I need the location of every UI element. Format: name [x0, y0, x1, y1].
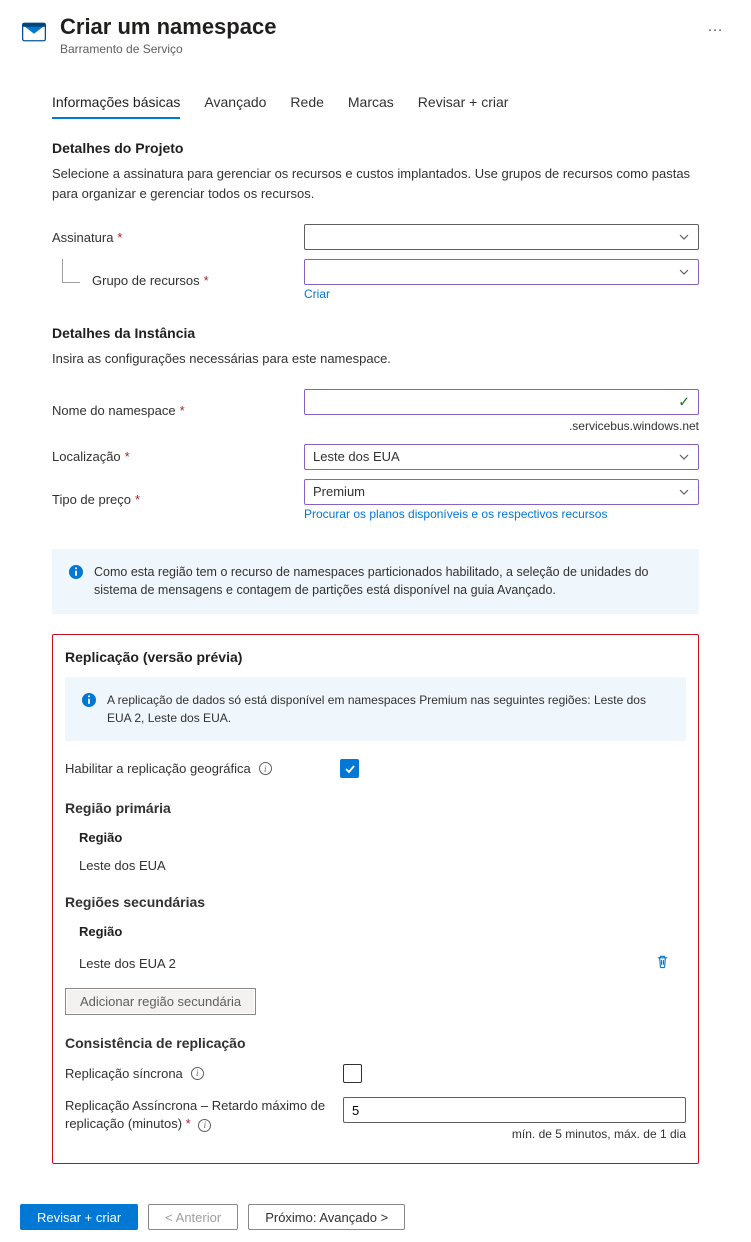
tab-tags[interactable]: Marcas: [348, 88, 394, 118]
info-bubble-icon[interactable]: i: [191, 1067, 204, 1080]
check-ok-icon: ✓: [678, 393, 690, 410]
primary-region-heading: Região primária: [65, 800, 686, 816]
next-button[interactable]: Próximo: Avançado >: [248, 1204, 405, 1230]
more-menu-button[interactable]: …: [699, 14, 731, 40]
info-icon: [81, 692, 97, 708]
enable-geo-replication-label: Habilitar a replicação geográfica i: [65, 761, 340, 776]
tab-advanced[interactable]: Avançado: [204, 88, 266, 118]
replication-consistency-heading: Consistência de replicação: [65, 1035, 686, 1051]
add-secondary-region-button[interactable]: Adicionar região secundária: [65, 988, 256, 1015]
chevron-down-icon: [678, 231, 690, 243]
namespace-name-label: Nome do namespace*: [52, 403, 304, 418]
create-new-rg-link[interactable]: Criar: [304, 287, 699, 301]
subscription-dropdown[interactable]: [304, 224, 699, 250]
pricing-tier-dropdown[interactable]: Premium: [304, 479, 699, 505]
async-replication-label: Replicação Assíncrona – Retardo máximo d…: [65, 1097, 343, 1133]
secondary-region-row: Leste dos EUA 2: [65, 945, 686, 982]
resource-group-label: Grupo de recursos*: [52, 273, 304, 288]
primary-region-col: Região: [65, 824, 686, 851]
page-title: Criar um namespace: [60, 14, 687, 40]
replication-section: Replicação (versão prévia) A replicação …: [52, 634, 699, 1164]
sync-replication-checkbox[interactable]: [343, 1064, 362, 1083]
chevron-down-icon: [678, 266, 690, 278]
partitioned-info: Como esta região tem o recurso de namesp…: [52, 549, 699, 615]
chevron-down-icon: [678, 486, 690, 498]
project-details-desc: Selecione a assinatura para gerenciar os…: [52, 164, 699, 203]
replication-heading: Replicação (versão prévia): [65, 649, 686, 665]
review-create-button[interactable]: Revisar + criar: [20, 1204, 138, 1230]
async-replication-lag-input[interactable]: [343, 1097, 686, 1123]
info-bubble-icon[interactable]: i: [198, 1119, 211, 1132]
tab-review[interactable]: Revisar + criar: [418, 88, 509, 118]
page-header: Criar um namespace Barramento de Serviço…: [0, 0, 751, 64]
namespace-name-input[interactable]: ✓: [304, 389, 699, 415]
pricing-tier-label: Tipo de preço*: [52, 492, 304, 507]
subscription-label: Assinatura*: [52, 230, 304, 245]
sync-replication-label: Replicação síncrona i: [65, 1066, 343, 1081]
secondary-region-col: Região: [65, 918, 686, 945]
pricing-plans-link[interactable]: Procurar os planos disponíveis e os resp…: [304, 507, 699, 521]
service-bus-icon: [20, 18, 48, 46]
instance-details-desc: Insira as configurações necessárias para…: [52, 349, 699, 369]
tab-network[interactable]: Rede: [290, 88, 323, 118]
tabs: Informações básicas Avançado Rede Marcas…: [52, 88, 699, 118]
secondary-regions-heading: Regiões secundárias: [65, 894, 686, 910]
location-dropdown[interactable]: Leste dos EUA: [304, 444, 699, 470]
chevron-down-icon: [678, 451, 690, 463]
info-icon: [68, 564, 84, 580]
project-details-heading: Detalhes do Projeto: [52, 140, 699, 156]
location-label: Localização*: [52, 449, 304, 464]
async-replication-help: mín. de 5 minutos, máx. de 1 dia: [343, 1127, 686, 1141]
info-bubble-icon[interactable]: i: [259, 762, 272, 775]
tab-basics[interactable]: Informações básicas: [52, 88, 180, 118]
resource-group-dropdown[interactable]: [304, 259, 699, 285]
enable-geo-replication-checkbox[interactable]: [340, 759, 359, 778]
instance-details-heading: Detalhes da Instância: [52, 325, 699, 341]
replication-info: A replicação de dados só está disponível…: [65, 677, 686, 741]
namespace-suffix: .servicebus.windows.net: [304, 419, 699, 433]
page-subtitle: Barramento de Serviço: [60, 42, 687, 56]
previous-button[interactable]: < Anterior: [148, 1204, 238, 1230]
primary-region-row: Leste dos EUA: [65, 851, 686, 880]
delete-region-button[interactable]: [653, 952, 672, 975]
wizard-footer: Revisar + criar < Anterior Próximo: Avan…: [0, 1194, 751, 1242]
